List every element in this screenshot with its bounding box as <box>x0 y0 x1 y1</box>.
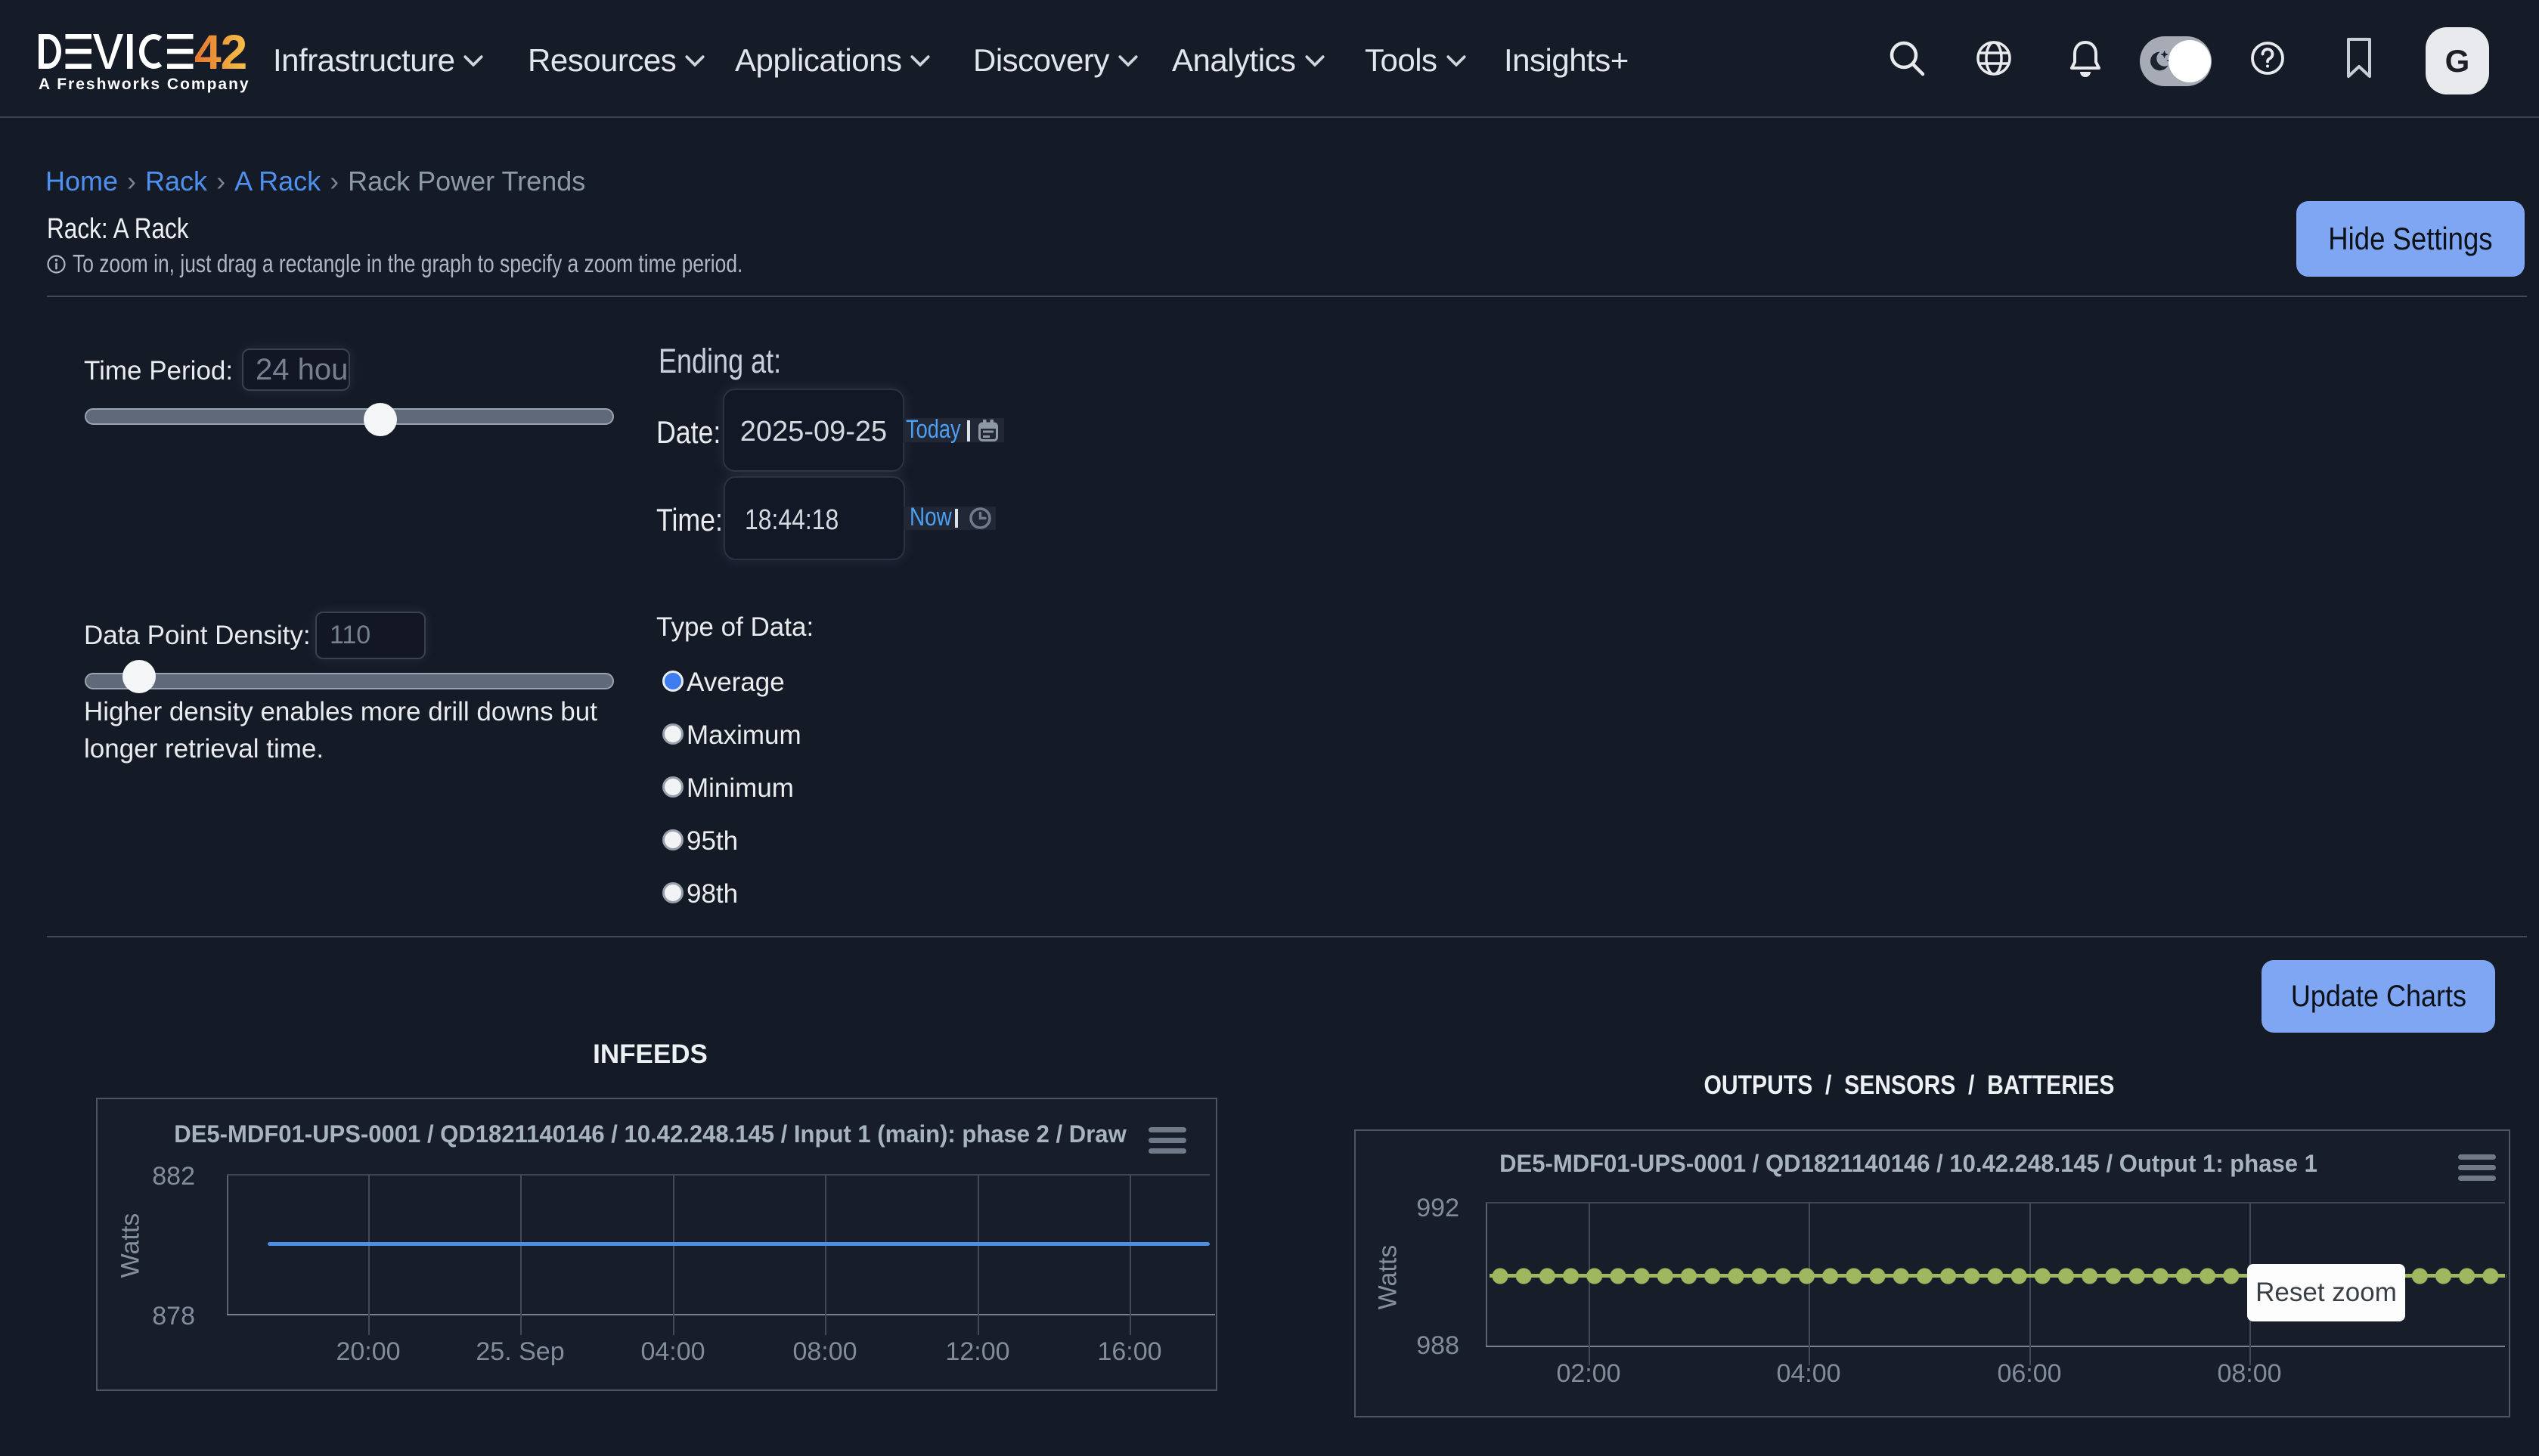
svg-text:42: 42 <box>194 34 246 72</box>
